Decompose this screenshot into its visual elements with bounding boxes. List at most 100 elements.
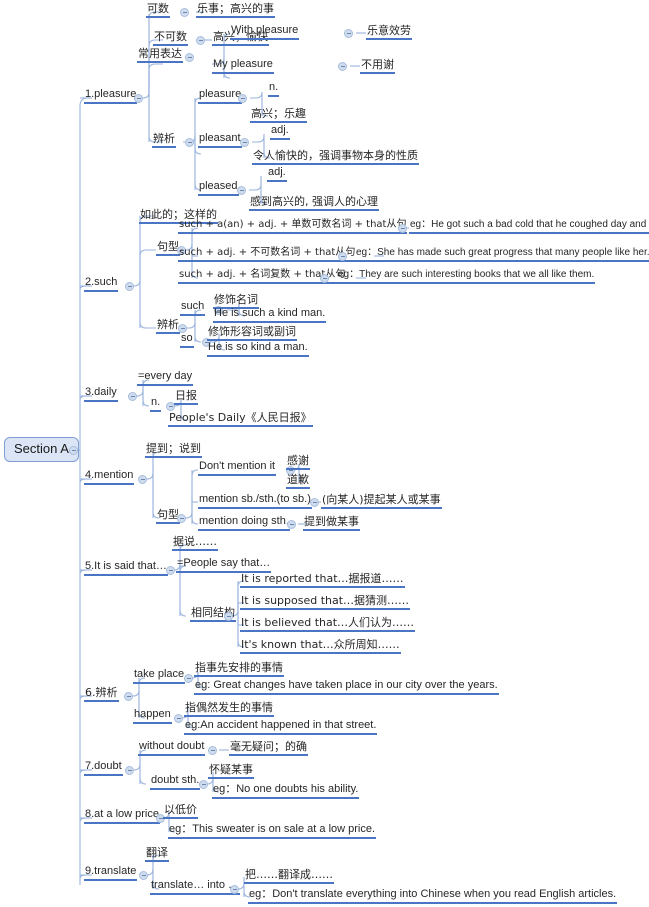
collapse-minus-icon[interactable] bbox=[125, 282, 134, 291]
node-pleased-def[interactable]: 感到高兴的, 强调人的心理 bbox=[249, 196, 379, 211]
collapse-minus-icon[interactable] bbox=[184, 674, 193, 683]
collapse-minus-icon[interactable] bbox=[196, 36, 205, 45]
node-happen-eg[interactable]: eg:An accident happened in that street. bbox=[184, 719, 378, 735]
node-so-usage[interactable]: 修饰形容词或副词 bbox=[207, 326, 297, 341]
node-pleasant-word[interactable]: pleasant bbox=[198, 132, 242, 148]
collapse-minus-icon[interactable] bbox=[124, 692, 133, 701]
collapse-minus-icon[interactable] bbox=[208, 746, 217, 755]
collapse-minus-icon[interactable] bbox=[138, 475, 147, 484]
collapse-minus-icon[interactable] bbox=[344, 29, 353, 38]
node-so-example[interactable]: He is so kind a man. bbox=[207, 341, 309, 357]
node-take-place-meaning[interactable]: 指事先安排的事情 bbox=[194, 662, 284, 677]
root-node[interactable]: Section A bbox=[4, 437, 79, 463]
node-it-is-reported[interactable]: It is reported that…据报道…… bbox=[240, 573, 405, 588]
node-low-price-meaning[interactable]: 以低价 bbox=[163, 804, 198, 819]
collapse-minus-icon[interactable] bbox=[125, 766, 134, 775]
node-translate-meaning[interactable]: 翻译 bbox=[145, 847, 169, 862]
node-with-pleasure[interactable]: With pleasure bbox=[230, 24, 300, 40]
node-it-is-believed[interactable]: It is believed that…人们认为…… bbox=[240, 617, 416, 632]
node-mention-meaning[interactable]: 提到；说到 bbox=[145, 443, 202, 458]
node-mention-doing-meaning[interactable]: 提到做某事 bbox=[303, 516, 360, 531]
node-keshu-meaning[interactable]: 乐事；高兴的事 bbox=[196, 3, 275, 18]
collapse-minus-icon[interactable] bbox=[338, 62, 347, 71]
node-such-eg-2[interactable]: eg：She has made such great progress that… bbox=[355, 247, 649, 262]
node-with-pleasure-meaning[interactable]: 乐意效劳 bbox=[366, 25, 412, 40]
collapse-minus-icon[interactable] bbox=[398, 224, 407, 233]
node-it-is-supposed[interactable]: It is supposed that…据猜测…… bbox=[240, 595, 411, 610]
collapse-minus-icon[interactable] bbox=[230, 885, 239, 894]
node-changyongbiaoda[interactable]: 常用表达 bbox=[137, 48, 183, 63]
collapse-minus-icon[interactable] bbox=[166, 566, 175, 575]
node-my-pleasure[interactable]: My pleasure bbox=[212, 58, 274, 74]
node-daily-pos[interactable]: n. bbox=[150, 396, 162, 412]
collapse-minus-icon[interactable] bbox=[320, 274, 329, 283]
node-happen-meaning[interactable]: 指偶然发生的事情 bbox=[184, 702, 274, 717]
node-pleasure-word[interactable]: pleasure bbox=[198, 88, 243, 104]
branch-label-such[interactable]: 2.such bbox=[84, 276, 119, 292]
node-pleased-word[interactable]: pleased bbox=[198, 180, 239, 196]
branch-label-daily[interactable]: 3.daily bbox=[84, 386, 118, 402]
node-doubt-sth[interactable]: doubt sth. bbox=[150, 774, 201, 790]
node-my-pleasure-meaning[interactable]: 不用谢 bbox=[360, 59, 395, 74]
node-so-word[interactable]: so bbox=[180, 332, 194, 348]
branch-label-at-a-low-price[interactable]: 8.at a low price bbox=[84, 808, 160, 824]
branch-label-it-is-said[interactable]: 5.It is said that… bbox=[84, 560, 168, 576]
node-such-eg-1[interactable]: eg：He got such a bad cold that he coughe… bbox=[409, 219, 649, 234]
node-such-example[interactable]: He is such a kind man. bbox=[213, 307, 327, 323]
node-translate-into[interactable]: translate… into … bbox=[150, 879, 241, 895]
node-take-place[interactable]: take place bbox=[133, 668, 186, 684]
node-dont-mention-it[interactable]: Don't mention it bbox=[198, 460, 277, 476]
node-low-price-eg[interactable]: eg：This sweater is on sale at a low pric… bbox=[168, 823, 377, 839]
collapse-minus-icon[interactable] bbox=[287, 520, 296, 529]
collapse-minus-icon[interactable] bbox=[185, 138, 194, 147]
node-happen[interactable]: happen bbox=[133, 708, 172, 724]
node-such-bianxi[interactable]: 辨析 bbox=[156, 319, 180, 334]
node-such-eg-3[interactable]: eg：They are such interesting books that … bbox=[337, 269, 596, 284]
node-daily-equals[interactable]: =every day bbox=[137, 370, 194, 386]
node-bianxi-pleasure[interactable]: 辨析 bbox=[152, 133, 176, 148]
collapse-minus-icon[interactable] bbox=[128, 392, 137, 401]
node-mention-apology[interactable]: 道歉 bbox=[286, 474, 310, 489]
node-such-pattern-2[interactable]: such + adj. + 不可数名词 + that从句 bbox=[178, 247, 357, 262]
node-peoples-daily[interactable]: People's Daily《人民日报》 bbox=[168, 412, 313, 427]
node-doubt-sth-eg[interactable]: eg：No one doubts his ability. bbox=[212, 783, 360, 799]
collapse-minus-icon-root[interactable] bbox=[69, 446, 78, 455]
node-bukeshu[interactable]: 不可数 bbox=[153, 31, 188, 46]
node-keshu[interactable]: 可数 bbox=[146, 3, 170, 18]
collapse-minus-icon[interactable] bbox=[177, 514, 186, 523]
collapse-minus-icon[interactable] bbox=[237, 186, 246, 195]
collapse-minus-icon[interactable] bbox=[240, 138, 249, 147]
node-such-word[interactable]: such bbox=[180, 300, 206, 316]
node-mention-doing[interactable]: mention doing sth. bbox=[198, 515, 290, 531]
collapse-minus-icon[interactable] bbox=[180, 8, 189, 17]
node-without-doubt-meaning[interactable]: 毫无疑问；的确 bbox=[229, 741, 308, 756]
node-doubt-sth-meaning[interactable]: 怀疑某事 bbox=[208, 764, 254, 779]
node-pleasant-def[interactable]: 令人愉快的，强调事物本身的性质 bbox=[252, 150, 419, 165]
collapse-minus-icon[interactable] bbox=[224, 612, 233, 621]
branch-label-bianxi[interactable]: 6.辨析 bbox=[84, 687, 119, 702]
node-jushuo[interactable]: 据说…… bbox=[172, 536, 218, 551]
collapse-minus-icon[interactable] bbox=[199, 780, 208, 789]
node-mention-thanks[interactable]: 感谢 bbox=[286, 455, 310, 470]
branch-label-doubt[interactable]: 7.doubt bbox=[84, 760, 123, 776]
node-mention-sb-meaning[interactable]: (向某人)提起某人或某事 bbox=[321, 494, 442, 509]
node-take-place-eg[interactable]: eg: Great changes have taken place in ou… bbox=[194, 679, 499, 695]
branch-label-translate[interactable]: 9.translate bbox=[84, 865, 138, 881]
node-its-known[interactable]: It's known that…众所周知…… bbox=[240, 639, 401, 654]
node-mention-sb-sth[interactable]: mention sb./sth.(to sb.) bbox=[198, 493, 312, 509]
collapse-minus-icon[interactable] bbox=[338, 252, 347, 261]
branch-label-pleasure[interactable]: 1.pleasure bbox=[84, 88, 138, 104]
node-translate-into-eg[interactable]: eg：Don't translate everything into Chine… bbox=[248, 888, 618, 904]
collapse-minus-icon[interactable] bbox=[174, 714, 183, 723]
node-pleased-pos[interactable]: adj. bbox=[267, 166, 287, 182]
collapse-minus-icon[interactable] bbox=[134, 94, 143, 103]
node-pleasure-pos[interactable]: n. bbox=[268, 81, 280, 97]
collapse-minus-icon[interactable] bbox=[185, 53, 194, 62]
collapse-minus-icon[interactable] bbox=[139, 871, 148, 880]
node-people-say-that[interactable]: =People say that… bbox=[176, 557, 272, 573]
node-pleasure-def[interactable]: 高兴；乐趣 bbox=[250, 108, 307, 123]
collapse-minus-icon[interactable] bbox=[310, 498, 319, 507]
node-pleasant-pos[interactable]: adj. bbox=[270, 124, 290, 140]
node-such-pattern-1[interactable]: such + a(an) + adj. + 单数可数名词 + that从句 bbox=[178, 219, 408, 234]
node-daily-def[interactable]: 日报 bbox=[174, 390, 198, 405]
